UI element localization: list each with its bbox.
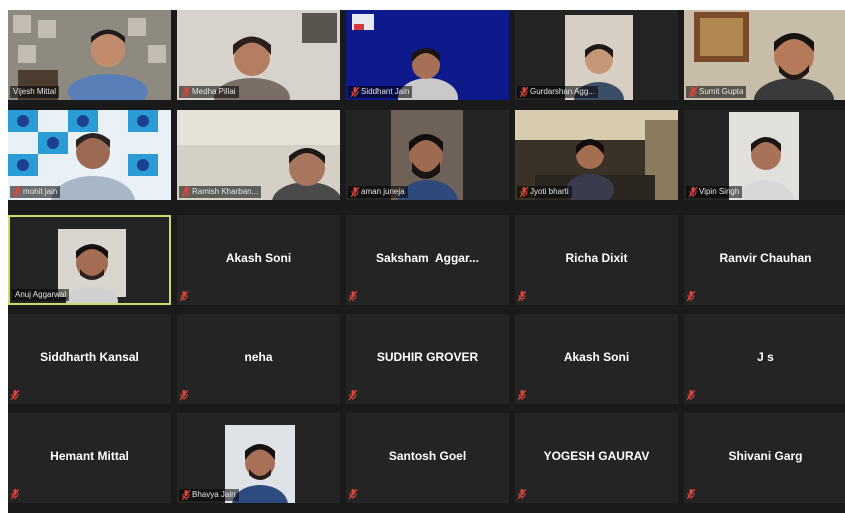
participant-name: Siddhant Jain [361, 87, 410, 96]
participant-tile[interactable]: Ranvir Chauhan [684, 215, 845, 305]
microphone-muted-icon [351, 87, 359, 97]
participant-name: Siddharth Kansal [40, 350, 139, 364]
participant-tile[interactable]: YOGESH GAURAV [515, 413, 678, 503]
participant-name: Hemant Mittal [50, 449, 129, 463]
participant-tile[interactable]: Richa Dixit [515, 215, 678, 305]
microphone-muted-icon [13, 187, 21, 197]
participant-tile[interactable]: neha [177, 314, 340, 404]
microphone-muted-icon [182, 87, 190, 97]
participant-name: mohit jain [23, 187, 58, 196]
participant-name: Anuj Aggarwal [15, 290, 67, 299]
microphone-muted-icon [689, 87, 697, 97]
microphone-muted-icon [180, 291, 188, 301]
participant-tile[interactable]: Medha Pillai [177, 10, 340, 100]
participant-name: neha [244, 350, 273, 364]
participant-tile[interactable]: J s [684, 314, 845, 404]
participant-name: Richa Dixit [565, 251, 628, 265]
microphone-muted-icon [520, 187, 528, 197]
participant-name: Gurdarshan Agg... [530, 87, 595, 96]
participant-label: mohit jain [10, 186, 61, 198]
participant-label: Siddhant Jain [348, 86, 413, 98]
microphone-muted-icon [518, 291, 526, 301]
participant-tile[interactable]: Ramish Kharban... [177, 110, 340, 200]
participant-name: aman juneja [361, 187, 405, 196]
microphone-muted-icon [518, 489, 526, 499]
participant-name: Vijesh Mittal [13, 87, 56, 96]
participant-label: Gurdarshan Agg... [517, 86, 598, 98]
participant-tile[interactable]: Hemant Mittal [8, 413, 171, 503]
participant-tile[interactable]: Akash Soni [177, 215, 340, 305]
participant-name: Saksham Aggar... [376, 251, 479, 265]
participant-label: Anuj Aggarwal [12, 289, 70, 301]
participant-name: Akash Soni [225, 251, 292, 265]
participant-name: Bhavya Jain [192, 490, 236, 499]
participant-tile[interactable]: Siddharth Kansal [8, 314, 171, 404]
video-gallery: Vijesh Mittal Medha Pillai Siddhant Jain [8, 10, 845, 513]
microphone-muted-icon [182, 490, 190, 500]
microphone-muted-icon [687, 291, 695, 301]
participant-tile-active-speaker[interactable]: Anuj Aggarwal [8, 215, 171, 305]
participant-name: Shivani Garg [728, 449, 803, 463]
participant-tile[interactable]: Sumit Gupta [684, 10, 845, 100]
participant-tile[interactable]: Shivani Garg [684, 413, 845, 503]
participant-name: Jyoti bharti [530, 187, 569, 196]
participant-name: Vipin Singh [699, 187, 740, 196]
participant-tile[interactable]: Vijesh Mittal [8, 10, 171, 100]
participant-label: Ramish Kharban... [179, 186, 262, 198]
participant-label: Vipin Singh [686, 186, 743, 198]
microphone-muted-icon [687, 489, 695, 499]
microphone-muted-icon [520, 87, 528, 97]
microphone-muted-icon [689, 187, 697, 197]
microphone-muted-icon [351, 187, 359, 197]
microphone-muted-icon [687, 390, 695, 400]
microphone-muted-icon [11, 489, 19, 499]
microphone-muted-icon [349, 390, 357, 400]
participant-tile[interactable]: Akash Soni [515, 314, 678, 404]
participant-tile[interactable]: Gurdarshan Agg... [515, 10, 678, 100]
participant-tile[interactable]: Saksham Aggar... [346, 215, 509, 305]
participant-name: SUDHIR GROVER [376, 350, 479, 364]
microphone-muted-icon [349, 291, 357, 301]
participant-tile[interactable]: Bhavya Jain [177, 413, 340, 503]
participant-name: Santosh Goel [388, 449, 467, 463]
microphone-muted-icon [518, 390, 526, 400]
participant-tile[interactable]: SUDHIR GROVER [346, 314, 509, 404]
participant-label: aman juneja [348, 186, 408, 198]
participant-tile[interactable]: Vipin Singh [684, 110, 845, 200]
participant-tile[interactable]: mohit jain [8, 110, 171, 200]
participant-label: Jyoti bharti [517, 186, 572, 198]
participant-name: Ramish Kharban... [192, 187, 259, 196]
participant-tile[interactable]: Jyoti bharti [515, 110, 678, 200]
microphone-muted-icon [11, 390, 19, 400]
participant-name: Medha Pillai [192, 87, 236, 96]
participant-label: Bhavya Jain [179, 489, 239, 501]
participant-tile[interactable]: aman juneja [346, 110, 509, 200]
microphone-muted-icon [180, 390, 188, 400]
participant-name: Akash Soni [563, 350, 630, 364]
microphone-muted-icon [182, 187, 190, 197]
participant-name: Ranvir Chauhan [719, 251, 812, 265]
microphone-muted-icon [349, 489, 357, 499]
participant-tile[interactable]: Santosh Goel [346, 413, 509, 503]
participant-name: Sumit Gupta [699, 87, 744, 96]
participant-label: Vijesh Mittal [10, 86, 59, 98]
participant-label: Sumit Gupta [686, 86, 747, 98]
participant-name: J s [757, 350, 774, 364]
participant-name: YOGESH GAURAV [543, 449, 650, 463]
participant-label: Medha Pillai [179, 86, 239, 98]
participant-tile[interactable]: Siddhant Jain [346, 10, 509, 100]
